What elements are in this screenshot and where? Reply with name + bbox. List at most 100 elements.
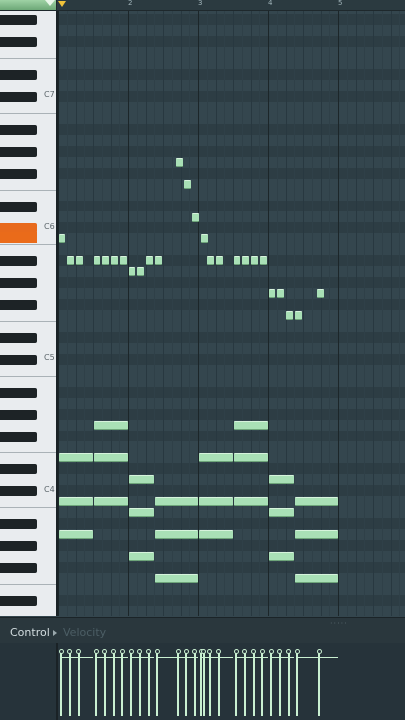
velocity-handle[interactable] (67, 649, 73, 654)
midi-note[interactable] (154, 573, 198, 583)
midi-note[interactable] (259, 256, 267, 266)
velocity-handle[interactable] (192, 649, 198, 654)
black-key[interactable] (0, 486, 37, 497)
black-key[interactable] (0, 387, 37, 398)
active-piano-key[interactable] (0, 232, 37, 244)
velocity-bar[interactable] (103, 652, 106, 716)
midi-note[interactable] (137, 267, 145, 277)
velocity-bar[interactable] (287, 652, 290, 716)
velocity-bar[interactable] (60, 652, 62, 716)
velocity-handle[interactable] (286, 649, 291, 654)
velocity-bar[interactable] (193, 652, 196, 716)
velocity-bar[interactable] (177, 652, 180, 716)
midi-note[interactable] (183, 179, 191, 189)
midi-note[interactable] (128, 508, 154, 518)
black-key[interactable] (0, 168, 37, 179)
velocity-bar[interactable] (112, 652, 115, 716)
velocity-handle[interactable] (183, 649, 189, 654)
velocity-bar[interactable] (252, 652, 255, 716)
velocity-handle[interactable] (76, 649, 81, 654)
velocity-lane[interactable] (58, 643, 405, 720)
midi-note[interactable] (175, 157, 183, 167)
midi-note[interactable] (146, 256, 153, 266)
midi-note[interactable] (233, 453, 268, 463)
velocity-bar[interactable] (208, 652, 211, 716)
velocity-handle[interactable] (294, 649, 300, 654)
velocity-handle[interactable] (175, 649, 181, 654)
piano-keyboard[interactable]: C7 C6 C5 C4 (0, 11, 58, 616)
midi-note[interactable] (316, 289, 324, 299)
midi-note[interactable] (128, 267, 136, 277)
tool-corner[interactable] (0, 0, 57, 10)
midi-note[interactable] (216, 256, 223, 266)
midi-note[interactable] (294, 311, 302, 321)
black-key[interactable] (0, 124, 37, 135)
velocity-handle[interactable] (207, 649, 213, 654)
midi-note[interactable] (268, 551, 294, 561)
midi-note[interactable] (119, 256, 127, 266)
black-key[interactable] (0, 354, 37, 365)
velocity-handle[interactable] (251, 649, 256, 654)
midi-note[interactable] (192, 212, 200, 222)
velocity-handle[interactable] (316, 649, 322, 654)
black-key[interactable] (0, 464, 37, 475)
velocity-handle[interactable] (268, 649, 274, 654)
midi-note[interactable] (233, 256, 241, 266)
midi-note[interactable] (67, 256, 75, 266)
black-key[interactable] (0, 541, 37, 551)
velocity-handle[interactable] (154, 649, 160, 654)
velocity-handle[interactable] (128, 649, 134, 654)
midi-note[interactable] (201, 234, 208, 244)
black-key[interactable] (0, 37, 37, 48)
black-key[interactable] (0, 562, 37, 573)
midi-note[interactable] (111, 256, 118, 266)
velocity-bar[interactable] (147, 652, 150, 716)
midi-note[interactable] (128, 475, 154, 485)
black-key[interactable] (0, 519, 37, 530)
velocity-bar[interactable] (156, 652, 159, 716)
velocity-bar[interactable] (296, 652, 299, 716)
midi-note[interactable] (198, 497, 233, 507)
black-key[interactable] (0, 256, 37, 267)
midi-note[interactable] (294, 573, 338, 583)
velocity-handle[interactable] (146, 649, 151, 654)
black-key[interactable] (0, 595, 37, 606)
velocity-bar[interactable] (243, 652, 246, 716)
midi-note[interactable] (268, 508, 294, 518)
velocity-bar[interactable] (270, 652, 272, 716)
midi-note[interactable] (128, 551, 154, 561)
velocity-bar[interactable] (138, 652, 141, 716)
midi-note[interactable] (294, 530, 338, 540)
velocity-handle[interactable] (233, 649, 239, 654)
velocity-bar[interactable] (202, 652, 205, 716)
control-target-select[interactable]: Velocity (63, 626, 106, 639)
midi-note[interactable] (198, 453, 233, 463)
velocity-handle[interactable] (93, 649, 99, 654)
black-key[interactable] (0, 15, 37, 26)
midi-note[interactable] (154, 530, 198, 540)
velocity-bar[interactable] (68, 652, 71, 716)
black-key[interactable] (0, 409, 37, 420)
chevron-right-icon[interactable] (53, 630, 57, 636)
playhead-marker-icon[interactable] (58, 1, 66, 7)
black-key[interactable] (0, 146, 37, 157)
midi-note[interactable] (251, 256, 258, 266)
midi-note[interactable] (242, 256, 250, 266)
midi-note[interactable] (268, 475, 294, 485)
velocity-handle[interactable] (58, 649, 64, 654)
midi-note[interactable] (93, 497, 128, 507)
black-key[interactable] (0, 201, 37, 212)
velocity-bar[interactable] (318, 652, 321, 716)
velocity-handle[interactable] (137, 649, 143, 654)
black-key[interactable] (0, 300, 37, 311)
note-grid[interactable] (58, 11, 405, 616)
midi-note[interactable] (268, 289, 276, 299)
midi-note[interactable] (58, 234, 66, 244)
velocity-handle[interactable] (242, 649, 248, 654)
velocity-bar[interactable] (95, 652, 97, 716)
midi-note[interactable] (93, 420, 128, 430)
midi-note[interactable] (294, 497, 338, 507)
midi-note[interactable] (207, 256, 215, 266)
midi-note[interactable] (58, 453, 93, 463)
velocity-handle[interactable] (216, 649, 221, 654)
